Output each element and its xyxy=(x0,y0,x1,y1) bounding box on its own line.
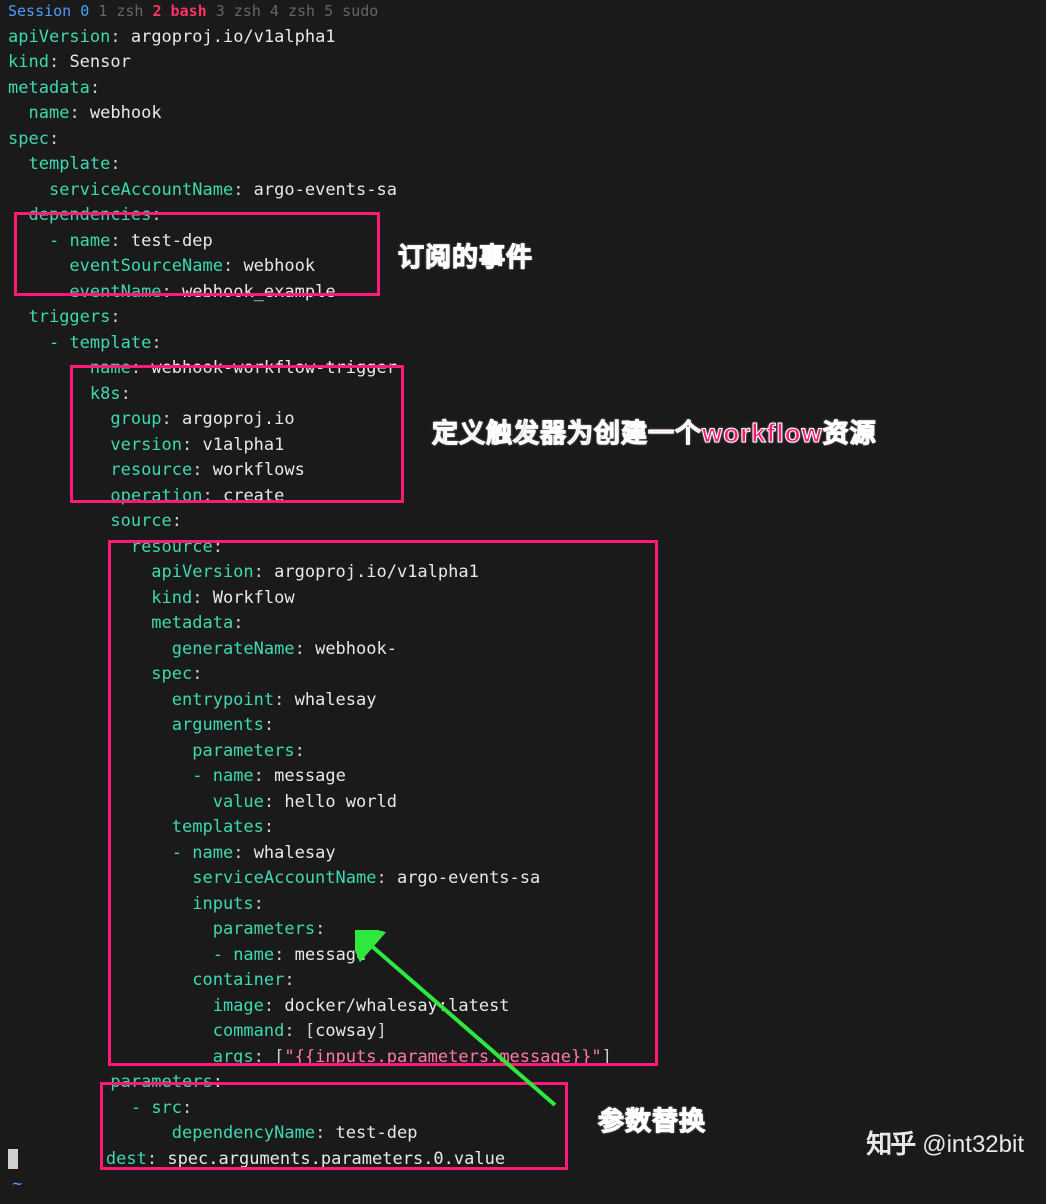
yaml-key: operation xyxy=(110,486,202,506)
yaml-value: webhook_example xyxy=(182,282,336,302)
tmux-tabbar: Session 0 1 zsh 2 bash 3 zsh 4 zsh 5 sud… xyxy=(8,0,1038,25)
yaml-key: args xyxy=(213,1047,254,1067)
yaml-value: webhook xyxy=(243,256,315,276)
yaml-key: k8s xyxy=(90,384,121,404)
yaml-value: create xyxy=(223,486,284,506)
yaml-key: group xyxy=(110,409,161,429)
yaml-key: templates xyxy=(172,817,264,837)
yaml-key: kind xyxy=(8,52,49,72)
yaml-key: src xyxy=(151,1098,182,1118)
yaml-key: serviceAccountName xyxy=(192,868,376,888)
yaml-value: Workflow xyxy=(213,588,295,608)
yaml-key: command xyxy=(213,1021,285,1041)
yaml-value: spec.arguments.parameters.0.value xyxy=(167,1149,505,1169)
yaml-key: name xyxy=(90,358,131,378)
yaml-value: whalesay xyxy=(295,690,377,710)
yaml-value: whalesay xyxy=(254,843,336,863)
watermark-handle: @int32bit xyxy=(922,1127,1024,1163)
yaml-key: dependencyName xyxy=(172,1123,315,1143)
yaml-key: template xyxy=(69,333,151,353)
yaml-key: generateName xyxy=(172,639,295,659)
yaml-key: name xyxy=(192,843,233,863)
yaml-key: apiVersion xyxy=(151,562,253,582)
session-label: Session 0 xyxy=(8,2,89,20)
yaml-value: argoproj.io xyxy=(182,409,295,429)
annotation-label: 订阅的事件 xyxy=(398,238,533,277)
yaml-key: name xyxy=(28,103,69,123)
yaml-value: Sensor xyxy=(69,52,130,72)
yaml-key: parameters xyxy=(213,919,315,939)
zhihu-logo-icon: 知乎 xyxy=(866,1125,914,1164)
yaml-key: metadata xyxy=(151,613,233,633)
yaml-key: parameters xyxy=(110,1072,212,1092)
yaml-value: message xyxy=(274,766,346,786)
yaml-key: template xyxy=(28,154,110,174)
yaml-value: argoproj.io/v1alpha1 xyxy=(131,27,336,47)
yaml-key: resource xyxy=(110,460,192,480)
yaml-value: hello world xyxy=(284,792,397,812)
yaml-key: version xyxy=(110,435,182,455)
terminal-view: Session 0 1 zsh 2 bash 3 zsh 4 zsh 5 sud… xyxy=(0,0,1046,1198)
yaml-key: apiVersion xyxy=(8,27,110,47)
yaml-value: argo-events-sa xyxy=(254,180,397,200)
tab-active[interactable]: 2 bash xyxy=(153,2,207,20)
yaml-key: eventSourceName xyxy=(69,256,223,276)
yaml-value: cowsay xyxy=(315,1021,376,1041)
yaml-value: test-dep xyxy=(131,231,213,251)
watermark: 知乎 @int32bit xyxy=(866,1125,1024,1164)
annotation-label: 参数替换 xyxy=(598,1102,706,1141)
yaml-key: spec xyxy=(8,129,49,149)
yaml-key: parameters xyxy=(192,741,294,761)
yaml-value: webhook- xyxy=(315,639,397,659)
yaml-value: "{{inputs.parameters.message}}" xyxy=(284,1047,601,1067)
yaml-key: arguments xyxy=(172,715,264,735)
yaml-key: value xyxy=(213,792,264,812)
yaml-value: workflows xyxy=(213,460,305,480)
yaml-content: apiVersion: argoproj.io/v1alpha1 kind: S… xyxy=(8,25,1038,1198)
yaml-key: inputs xyxy=(192,894,253,914)
tab-inactive-rest[interactable]: 3 zsh 4 zsh 5 sudo xyxy=(207,2,379,20)
yaml-key: serviceAccountName xyxy=(49,180,233,200)
yaml-key: image xyxy=(213,996,264,1016)
yaml-key: triggers xyxy=(28,307,110,327)
yaml-key: name xyxy=(69,231,110,251)
yaml-key: name xyxy=(233,945,274,965)
yaml-key: dest xyxy=(106,1149,147,1169)
yaml-value: test-dep xyxy=(336,1123,418,1143)
yaml-value: webhook-workflow-trigger xyxy=(151,358,397,378)
yaml-value: message xyxy=(295,945,367,965)
yaml-key: entrypoint xyxy=(172,690,274,710)
yaml-value: argoproj.io/v1alpha1 xyxy=(274,562,479,582)
yaml-key: name xyxy=(213,766,254,786)
yaml-key: kind xyxy=(151,588,192,608)
yaml-key: spec xyxy=(151,664,192,684)
yaml-value: webhook xyxy=(90,103,162,123)
yaml-key: eventName xyxy=(69,282,161,302)
yaml-value: argo-events-sa xyxy=(397,868,540,888)
yaml-value: v1alpha1 xyxy=(203,435,285,455)
cursor-icon xyxy=(8,1149,18,1169)
yaml-key: dependencies xyxy=(28,205,151,225)
vim-tilde: ~ xyxy=(8,1172,1038,1198)
yaml-value: docker/whalesay:latest xyxy=(284,996,509,1016)
yaml-key: source xyxy=(110,511,171,531)
yaml-key: resource xyxy=(131,537,213,557)
yaml-key: container xyxy=(192,970,284,990)
annotation-label: 定义触发器为创建一个workflow资源 xyxy=(432,414,877,453)
yaml-key: metadata xyxy=(8,78,90,98)
tab-inactive[interactable]: 1 zsh xyxy=(98,2,152,20)
